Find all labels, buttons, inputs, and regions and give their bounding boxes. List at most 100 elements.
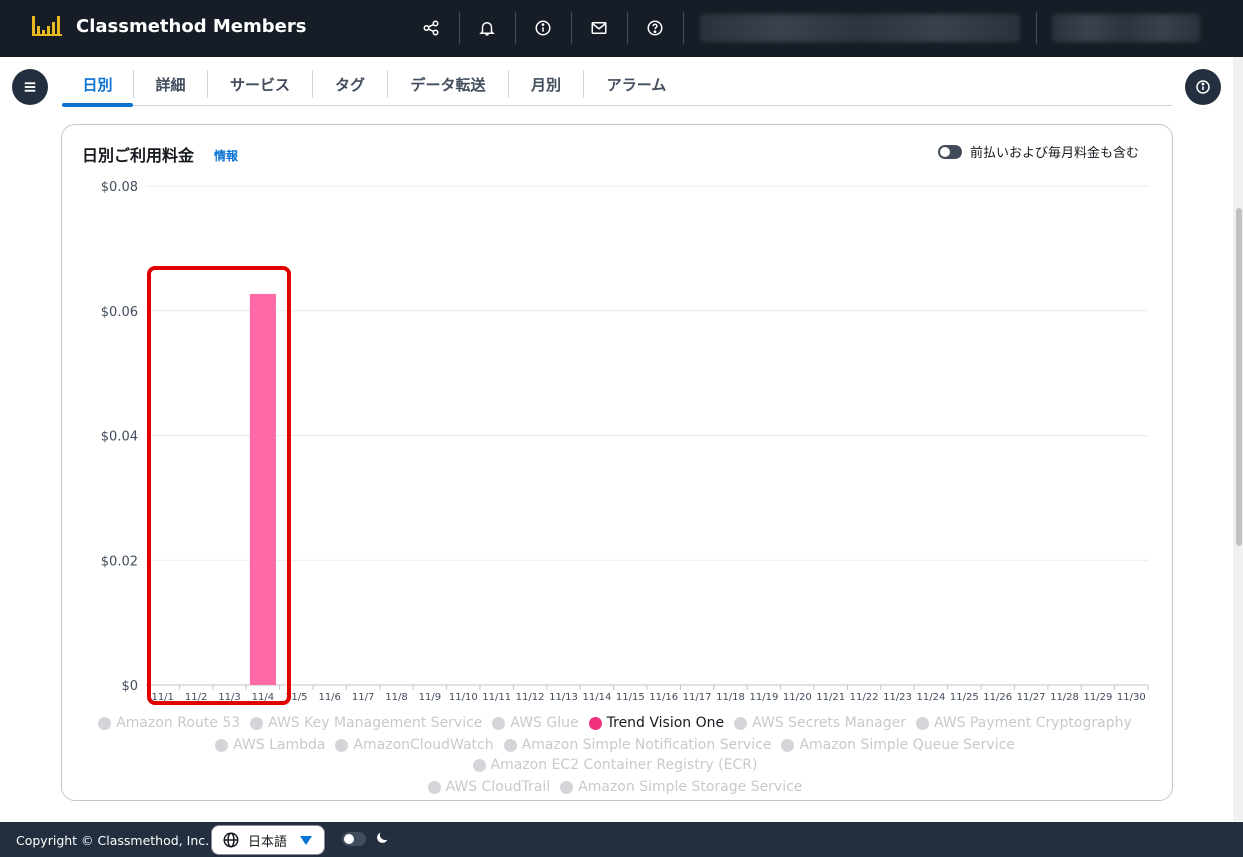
top-navigation: Classmethod Members — [0, 0, 1243, 57]
language-label: 日本語 — [248, 834, 288, 850]
legend-item[interactable]: AWS Payment Cryptography — [916, 714, 1132, 732]
legend-label: AWS Glue — [510, 715, 579, 731]
legend-dot-icon — [335, 738, 349, 752]
legend-dot-icon — [503, 738, 517, 752]
legend-dot-icon — [250, 716, 264, 730]
legend-label: AWS Payment Cryptography — [934, 715, 1132, 731]
x-tick-label: 11/9 — [419, 692, 441, 703]
legend-dot-icon — [916, 716, 929, 730]
moon-icon — [377, 832, 388, 843]
x-tick-label: 11/16 — [649, 692, 678, 703]
x-tick-label: 11/22 — [850, 692, 879, 703]
legend-label: AWS Lambda — [233, 737, 326, 753]
x-tick-label: 11/25 — [950, 692, 979, 703]
legend-dot-icon — [427, 780, 441, 794]
info-link[interactable]: 情報 — [214, 147, 238, 164]
legend-label: AWS Secrets Manager — [752, 715, 906, 731]
legend-item[interactable]: AWS Glue — [492, 714, 579, 732]
legend-item[interactable]: AWS Secrets Manager — [734, 714, 906, 732]
y-tick-label: $0.08 — [101, 180, 138, 195]
x-tick-label: 11/4 — [252, 692, 274, 703]
nav-divider — [683, 12, 684, 44]
app-title: Classmethod Members — [76, 15, 307, 37]
legend-label: Amazon EC2 Container Registry (ECR) — [490, 757, 758, 773]
bell-icon[interactable] — [471, 12, 503, 44]
x-tick-label: 11/26 — [983, 692, 1012, 703]
classmethod-logo-icon — [32, 16, 62, 36]
x-tick-label: 11/15 — [616, 692, 645, 703]
caret-down-icon — [300, 836, 312, 845]
legend-item[interactable]: AWS Key Management Service — [250, 714, 482, 732]
nav-divider — [459, 12, 460, 44]
tab-bar: 日別 詳細 サービス タグ データ転送 月別 アラーム — [62, 62, 1172, 107]
legend-item[interactable]: Amazon Simple Storage Service — [560, 778, 802, 796]
language-selector[interactable]: 日本語 — [211, 825, 325, 855]
nav-divider — [571, 12, 572, 44]
tab-daily[interactable]: 日別 — [62, 62, 133, 107]
tab-monthly[interactable]: 月別 — [509, 62, 583, 106]
menu-button[interactable] — [12, 69, 48, 105]
legend-label: Amazon Simple Queue Service — [799, 737, 1015, 753]
tab-data-transfer[interactable]: データ転送 — [388, 62, 508, 106]
x-tick-label: 11/23 — [883, 692, 912, 703]
footer: Copyright © Classmethod, Inc. 日本語 — [0, 822, 1243, 857]
legend-dot-icon — [98, 716, 112, 730]
x-tick-label: 11/3 — [218, 692, 240, 703]
legend-item[interactable]: Amazon Route 53 — [98, 714, 240, 732]
x-tick-label: 11/28 — [1050, 692, 1079, 703]
legend-item[interactable]: AmazonCloudWatch — [335, 736, 494, 754]
legend-label: Trend Vision One — [606, 715, 725, 731]
include-prepaid-toggle[interactable]: 前払いおよび毎月料金も含む — [938, 142, 1139, 161]
tab-alarm[interactable]: アラーム — [584, 62, 689, 106]
bar — [249, 293, 276, 685]
legend-item[interactable]: Trend Vision One — [588, 714, 725, 732]
x-tick-label: 11/19 — [749, 692, 778, 703]
legend-label: Amazon Simple Storage Service — [578, 779, 803, 795]
x-tick-label: 11/5 — [285, 692, 307, 703]
x-tick-label: 11/14 — [582, 692, 611, 703]
x-tick-label: 11/12 — [516, 692, 545, 703]
theme-toggle[interactable] — [342, 832, 366, 846]
share-icon[interactable] — [415, 12, 447, 44]
legend-item[interactable]: AWS Lambda — [215, 736, 325, 754]
tab-services[interactable]: サービス — [208, 62, 312, 106]
info-icon[interactable] — [527, 12, 559, 44]
x-tick-label: 11/18 — [716, 692, 745, 703]
brand[interactable]: Classmethod Members — [32, 14, 306, 38]
legend-label: AWS CloudTrail — [445, 779, 551, 795]
legend-dot-icon — [588, 716, 602, 730]
globe-icon — [223, 832, 239, 848]
help-icon[interactable] — [639, 12, 671, 44]
y-tick-label: $0.02 — [101, 554, 138, 569]
x-tick-label: 11/1 — [151, 692, 173, 703]
x-tick-label: 11/24 — [916, 692, 945, 703]
y-tick-label: $0.04 — [101, 430, 138, 445]
legend-dot-icon — [215, 738, 229, 752]
x-tick-label: 11/10 — [449, 692, 478, 703]
toggle-switch[interactable] — [938, 144, 962, 159]
x-tick-label: 11/27 — [1017, 692, 1046, 703]
legend-item[interactable]: Amazon Simple Queue Service — [781, 736, 1015, 754]
account-selector[interactable] — [700, 14, 1020, 42]
x-tick-label: 11/13 — [549, 692, 578, 703]
x-tick-label: 11/2 — [185, 692, 207, 703]
x-tick-label: 11/6 — [318, 692, 340, 703]
x-tick-label: 11/20 — [783, 692, 812, 703]
page-info-button[interactable] — [1185, 69, 1221, 105]
user-menu[interactable] — [1052, 14, 1200, 42]
legend-label: AWS Key Management Service — [268, 715, 483, 731]
tab-details[interactable]: 詳細 — [134, 62, 207, 106]
daily-cost-chart: $0 $0.02 $0.04 $0.06 $0.08 11/1 11/2 11/3 11/4 11… — [101, 180, 1149, 703]
x-tick-label: 11/29 — [1083, 692, 1112, 703]
x-tick-label: 11/11 — [482, 692, 511, 703]
tab-tags[interactable]: タグ — [313, 62, 387, 106]
legend-dot-icon — [492, 716, 506, 730]
scrollbar-thumb[interactable] — [1236, 208, 1242, 546]
legend-item[interactable]: Amazon Simple Notification Service — [503, 736, 771, 754]
x-tick-label: 11/21 — [816, 692, 845, 703]
legend-item[interactable]: AWS CloudTrail — [427, 778, 551, 796]
legend-label: AmazonCloudWatch — [353, 737, 494, 753]
hamburger-icon — [24, 82, 36, 92]
mail-icon[interactable] — [583, 12, 615, 44]
legend-item[interactable]: Amazon EC2 Container Registry (ECR) — [472, 756, 758, 774]
